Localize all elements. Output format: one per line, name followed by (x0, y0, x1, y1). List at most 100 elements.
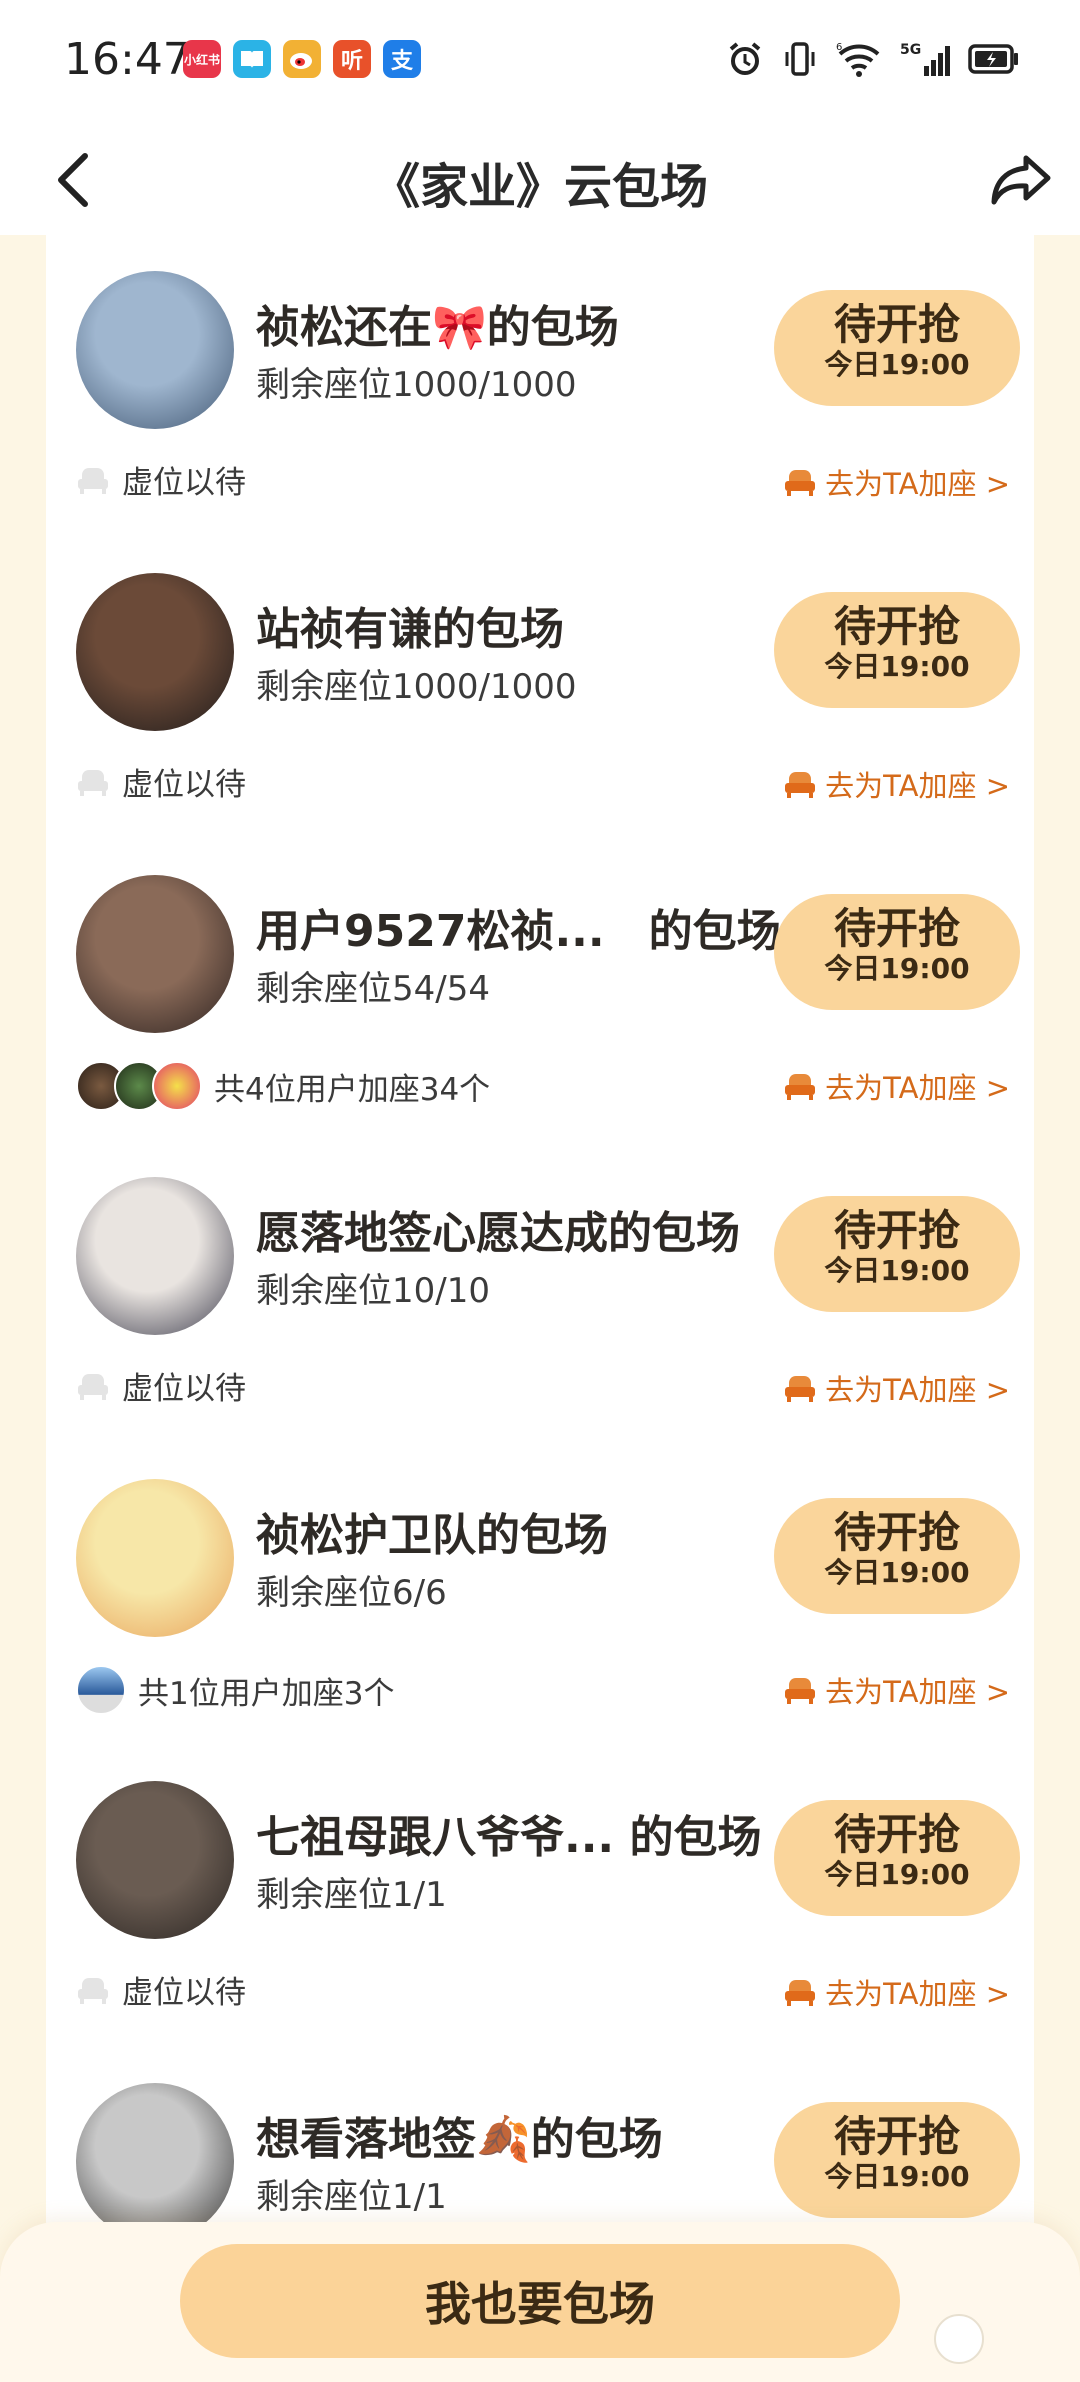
avatar (76, 1665, 126, 1715)
room-item[interactable]: 祯松还在🎀的包场 剩余座位1000/1000 待开抢 今日19:00 虚位以待 去为TA加… (46, 235, 1034, 537)
weibo-icon (283, 40, 321, 78)
avatar[interactable] (76, 2083, 234, 2241)
add-seat-label: 去为TA加座 > (825, 1675, 1010, 1709)
grab-button-label: 待开抢 (833, 1810, 960, 1859)
seat-icon (783, 1675, 817, 1705)
room-footer: 虚位以待 去为TA加座 > (76, 753, 1020, 813)
room-footer: 共4位用户加座34个 去为TA加座 > (76, 1055, 1020, 1115)
add-seat-label: 去为TA加座 > (825, 467, 1010, 501)
seat-placeholder-icon (76, 1975, 110, 2005)
room-join-status: 共4位用户加座34个 (76, 1061, 490, 1111)
grab-seat-button[interactable]: 待开抢 今日19:00 (774, 1498, 1020, 1614)
avatar[interactable] (76, 1479, 234, 1637)
avatar[interactable] (76, 875, 234, 1033)
wifi-icon: 6 (836, 40, 882, 78)
share-icon[interactable] (984, 143, 1058, 217)
room-join-status: 虚位以待 (76, 457, 246, 502)
room-join-status: 虚位以待 (76, 1363, 246, 1408)
seat-icon (783, 1373, 817, 1403)
join-status-text: 虚位以待 (122, 1371, 246, 1407)
grab-button-time: 今日19:00 (824, 1254, 970, 1287)
grab-seat-button[interactable]: 待开抢 今日19:00 (774, 1196, 1020, 1312)
room-item[interactable]: 用户9527松祯... 的包场 剩余座位54/54 待开抢 今日19:00 共4位用户加… (46, 839, 1034, 1141)
room-list: 祯松还在🎀的包场 剩余座位1000/1000 待开抢 今日19:00 虚位以待 去为TA加… (46, 235, 1034, 2382)
seat-icon (783, 1977, 817, 2007)
room-title: 想看落地签🍂的包场 (256, 2114, 663, 2165)
status-bar: 16:47 小红书 听 支 6 5G (0, 0, 1080, 125)
add-seat-link[interactable]: 去为TA加座 > (783, 461, 1010, 503)
app-header: 《家业》云包场 (0, 125, 1080, 235)
avatar[interactable] (76, 1177, 234, 1335)
room-title: 七祖母跟八爷爷... 的包场 (256, 1812, 762, 1863)
vibrate-icon (782, 40, 818, 78)
page-title: 《家业》云包场 (371, 159, 708, 215)
remaining-seats: 剩余座位1000/1000 (256, 365, 577, 405)
grab-seat-button[interactable]: 待开抢 今日19:00 (774, 1800, 1020, 1916)
grab-seat-button[interactable]: 待开抢 今日19:00 (774, 2102, 1020, 2218)
grab-seat-button[interactable]: 待开抢 今日19:00 (774, 592, 1020, 708)
remaining-seats: 剩余座位54/54 (256, 969, 490, 1009)
seat-icon (783, 467, 817, 497)
battery-icon (968, 44, 1020, 74)
remaining-seats: 剩余座位1/1 (256, 1875, 447, 1915)
grab-button-label: 待开抢 (833, 1206, 960, 1255)
grab-button-time: 今日19:00 (824, 2160, 970, 2193)
room-item[interactable]: 愿落地签心愿达成的包场剩余座位10/10 待开抢 今日19:00 虚位以待 去为TA加座… (46, 1141, 1034, 1443)
avatar[interactable] (76, 1781, 234, 1939)
grab-button-time: 今日19:00 (824, 650, 970, 683)
add-seat-label: 去为TA加座 > (825, 769, 1010, 803)
room-item[interactable]: 祯松护卫队的包场 剩余座位6/6 待开抢 今日19:00 共1位用户加座3个 去为TA加座… (46, 1443, 1034, 1745)
join-status-text: 共4位用户加座34个 (214, 1071, 491, 1108)
joined-user-avatars (76, 1061, 202, 1111)
room-item[interactable]: 站祯有谦的包场 剩余座位1000/1000 待开抢 今日19:00 虚位以待 去为TA加座… (46, 537, 1034, 839)
grab-seat-button[interactable]: 待开抢 今日19:00 (774, 290, 1020, 406)
floating-dot (934, 2314, 984, 2364)
remaining-seats: 剩余座位1000/1000 (256, 667, 577, 707)
grab-seat-button[interactable]: 待开抢 今日19:00 (774, 894, 1020, 1010)
avatar (152, 1061, 202, 1111)
seat-placeholder-icon (76, 767, 110, 797)
alarm-icon (726, 40, 764, 78)
avatar[interactable] (76, 573, 234, 731)
grab-button-label: 待开抢 (833, 904, 960, 953)
grab-button-label: 待开抢 (833, 1508, 960, 1557)
grab-button-time: 今日19:00 (824, 1556, 970, 1589)
room-footer: 虚位以待 去为TA加座 > (76, 451, 1020, 511)
add-seat-link[interactable]: 去为TA加座 > (783, 1367, 1010, 1409)
cellular-signal-icon: 5G (900, 40, 950, 78)
remaining-seats: 剩余座位10/10 (256, 1271, 490, 1311)
create-room-button[interactable]: 我也要包场 (180, 2244, 900, 2358)
room-title: 愿落地签心愿达成的包场 (256, 1208, 740, 1259)
status-app-icons: 小红书 听 支 (183, 40, 421, 78)
alipay-icon: 支 (383, 40, 421, 78)
seat-placeholder-icon (76, 1371, 110, 1401)
join-status-text: 虚位以待 (122, 767, 246, 803)
seat-icon (783, 1071, 817, 1101)
avatar[interactable] (76, 271, 234, 429)
svg-text:5G: 5G (900, 42, 921, 58)
add-seat-link[interactable]: 去为TA加座 > (783, 1669, 1010, 1711)
add-seat-link[interactable]: 去为TA加座 > (783, 1065, 1010, 1107)
remaining-seats: 剩余座位1/1 (256, 2177, 447, 2217)
add-seat-label: 去为TA加座 > (825, 1373, 1010, 1407)
add-seat-label: 去为TA加座 > (825, 1977, 1010, 2011)
room-footer: 共1位用户加座3个 去为TA加座 > (76, 1659, 1020, 1719)
add-seat-label: 去为TA加座 > (825, 1071, 1010, 1105)
grab-button-time: 今日19:00 (824, 348, 970, 381)
seat-placeholder-icon (76, 465, 110, 495)
add-seat-link[interactable]: 去为TA加座 > (783, 763, 1010, 805)
room-footer: 虚位以待 去为TA加座 > (76, 1961, 1020, 2021)
room-join-status: 虚位以待 (76, 759, 246, 804)
join-status-text: 共1位用户加座3个 (138, 1675, 395, 1712)
add-seat-link[interactable]: 去为TA加座 > (783, 1971, 1010, 2013)
grab-button-time: 今日19:00 (824, 952, 970, 985)
ting-audio-icon: 听 (333, 40, 371, 78)
remaining-seats: 剩余座位6/6 (256, 1573, 447, 1613)
grab-button-label: 待开抢 (833, 2112, 960, 2161)
room-join-status: 虚位以待 (76, 1967, 246, 2012)
seat-icon (783, 769, 817, 799)
room-item[interactable]: 七祖母跟八爷爷... 的包场剩余座位1/1 待开抢 今日19:00 虚位以待 去为TA加… (46, 1745, 1034, 2047)
svg-text:6: 6 (836, 42, 842, 53)
xiaohongshu-icon: 小红书 (183, 40, 221, 78)
join-status-text: 虚位以待 (122, 465, 246, 501)
